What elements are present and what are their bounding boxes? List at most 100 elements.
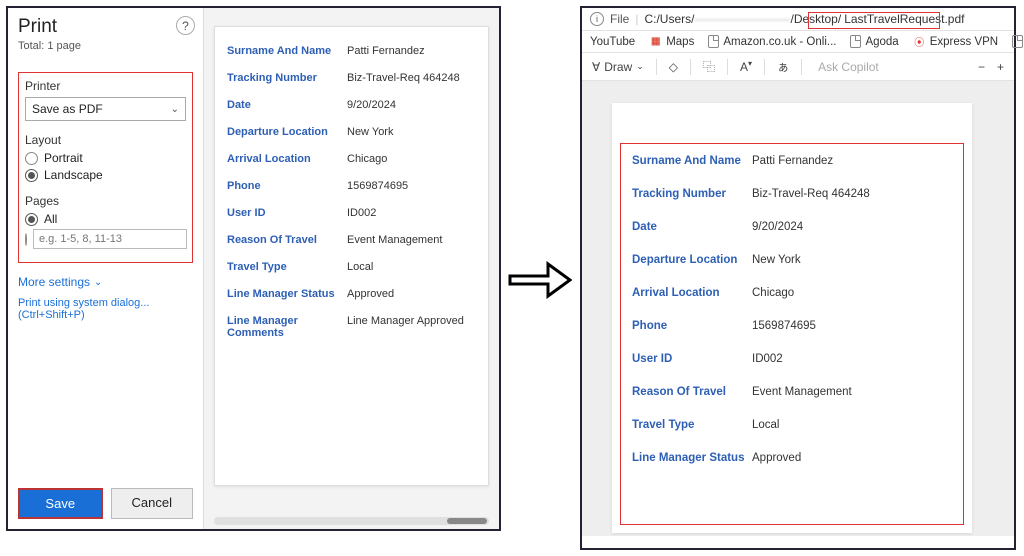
separator: | (635, 12, 638, 26)
field-value: Patti Fernandez (347, 45, 425, 57)
field-row: Phone1569874695 (227, 180, 476, 192)
pages-all-option[interactable]: All (25, 212, 186, 226)
field-label: Reason Of Travel (227, 234, 347, 246)
bookmark-agoda[interactable]: Agoda (850, 35, 898, 48)
print-subtitle: Total: 1 page (18, 40, 193, 52)
pdf-viewport[interactable]: Surname And NamePatti FernandezTracking … (582, 81, 1014, 536)
express-icon: ⦿ (913, 35, 926, 48)
field-value: 9/20/2024 (347, 99, 396, 111)
layout-landscape-option[interactable]: Landscape (25, 168, 186, 182)
field-row: Departure LocationNew York (227, 126, 476, 138)
draw-tool[interactable]: ∀ Draw ⌄ (592, 60, 644, 74)
dialog-buttons: Save Cancel (18, 488, 193, 519)
pdf-page: Surname And NamePatti FernandezTracking … (612, 103, 972, 533)
preview-page: Surname And NamePatti Fernandez Tracking … (214, 26, 489, 486)
layout-label: Layout (25, 133, 186, 147)
more-settings-label: More settings (18, 275, 90, 289)
pages-custom-input[interactable] (33, 229, 187, 249)
help-icon[interactable]: ? (176, 16, 195, 35)
separator (764, 59, 765, 75)
pages-all-label: All (44, 212, 57, 226)
page-icon (708, 35, 719, 48)
erase-tool-icon[interactable]: ◇ (669, 60, 678, 74)
zoom-out-button[interactable]: − (978, 60, 985, 74)
field-row: Arrival LocationChicago (227, 153, 476, 165)
print-preview-area: Surname And NamePatti Fernandez Tracking … (203, 8, 499, 529)
field-row: Travel TypeLocal (227, 261, 476, 273)
field-row: Tracking NumberBiz-Travel-Req 464248 (227, 72, 476, 84)
field-value: Event Management (347, 234, 442, 246)
print-options-highlight: Printer Save as PDF ⌄ Layout Portrait La… (18, 72, 193, 263)
field-label: Departure Location (227, 126, 347, 138)
filename-highlight-box (808, 12, 940, 29)
layout-portrait-option[interactable]: Portrait (25, 151, 186, 165)
field-value: Line Manager Approved (347, 315, 464, 339)
cursor-icon: ∀ (592, 60, 600, 74)
field-value: Biz-Travel-Req 464248 (347, 72, 460, 84)
separator (801, 59, 802, 75)
printer-label: Printer (25, 79, 186, 93)
field-label: Tracking Number (227, 72, 347, 84)
save-button[interactable]: Save (18, 488, 103, 519)
print-sidebar: ? Print Total: 1 page Printer Save as PD… (8, 8, 203, 529)
more-settings-link[interactable]: More settings ⌄ (18, 275, 193, 289)
field-row: Date9/20/2024 (227, 99, 476, 111)
system-dialog-link[interactable]: Print using system dialog... (Ctrl+Shift… (18, 297, 193, 321)
layout-landscape-label: Landscape (44, 168, 103, 182)
field-label: Line Manager Status (227, 288, 347, 300)
page-icon (1012, 35, 1023, 48)
content-highlight-box (620, 143, 964, 525)
field-value: Local (347, 261, 373, 273)
ask-copilot-input[interactable]: Ask Copilot (814, 60, 966, 74)
radio-icon (25, 152, 38, 165)
bookmark-maps[interactable]: ▦Maps (649, 35, 694, 48)
print-dialog-window: ? Print Total: 1 page Printer Save as PD… (6, 6, 501, 531)
layout-portrait-label: Portrait (44, 151, 83, 165)
page-icon (850, 35, 861, 48)
read-aloud-icon[interactable]: ぁ (777, 58, 789, 75)
field-label: Surname And Name (227, 45, 347, 57)
text-size-icon[interactable]: A▾ (740, 59, 752, 74)
field-label: Phone (227, 180, 347, 192)
radio-selected-icon (25, 169, 38, 182)
separator (656, 59, 657, 75)
arrow-icon (508, 260, 572, 300)
cancel-button[interactable]: Cancel (111, 488, 194, 519)
chevron-down-icon: ⌄ (636, 61, 644, 72)
separator (727, 59, 728, 75)
field-row: Line Manager StatusApproved (227, 288, 476, 300)
scrollbar-thumb[interactable] (447, 518, 487, 524)
bookmark-amazon[interactable]: Amazon.co.uk - Onli... (708, 35, 836, 48)
two-page-icon[interactable]: ⿻ (703, 58, 715, 75)
pages-custom-option[interactable] (25, 229, 186, 249)
bookmark-expressvpn[interactable]: ⦿Express VPN (913, 35, 998, 48)
address-bar: i File | C:/Users/————————/Desktop/LastT… (582, 8, 1014, 31)
chevron-down-icon: ⌄ (94, 277, 102, 288)
field-row: User IDID002 (227, 207, 476, 219)
field-row: Line Manager CommentsLine Manager Approv… (227, 315, 476, 339)
zoom-in-button[interactable]: + (997, 60, 1004, 74)
field-label: Arrival Location (227, 153, 347, 165)
bookmark-mcafee[interactable]: McAfee Security (1012, 35, 1024, 48)
maps-icon: ▦ (649, 35, 662, 48)
field-label: Date (227, 99, 347, 111)
field-value: New York (347, 126, 393, 138)
field-value: ID002 (347, 207, 376, 219)
printer-value: Save as PDF (32, 102, 103, 116)
radio-selected-icon (25, 213, 38, 226)
bookmarks-bar: YouTube ▦Maps Amazon.co.uk - Onli... Ago… (582, 31, 1014, 53)
printer-select[interactable]: Save as PDF ⌄ (25, 97, 186, 121)
bookmark-youtube[interactable]: YouTube (590, 36, 635, 48)
info-icon[interactable]: i (590, 12, 604, 26)
pages-label: Pages (25, 194, 186, 208)
field-value: Chicago (347, 153, 387, 165)
separator (690, 59, 691, 75)
field-row: Reason Of TravelEvent Management (227, 234, 476, 246)
browser-window: i File | C:/Users/————————/Desktop/LastT… (580, 6, 1016, 550)
field-label: Line Manager Comments (227, 315, 347, 339)
print-title: Print (18, 16, 193, 38)
horizontal-scrollbar[interactable] (214, 517, 489, 525)
chevron-down-icon: ⌄ (171, 104, 179, 115)
file-label: File (610, 12, 629, 26)
field-label: Travel Type (227, 261, 347, 273)
